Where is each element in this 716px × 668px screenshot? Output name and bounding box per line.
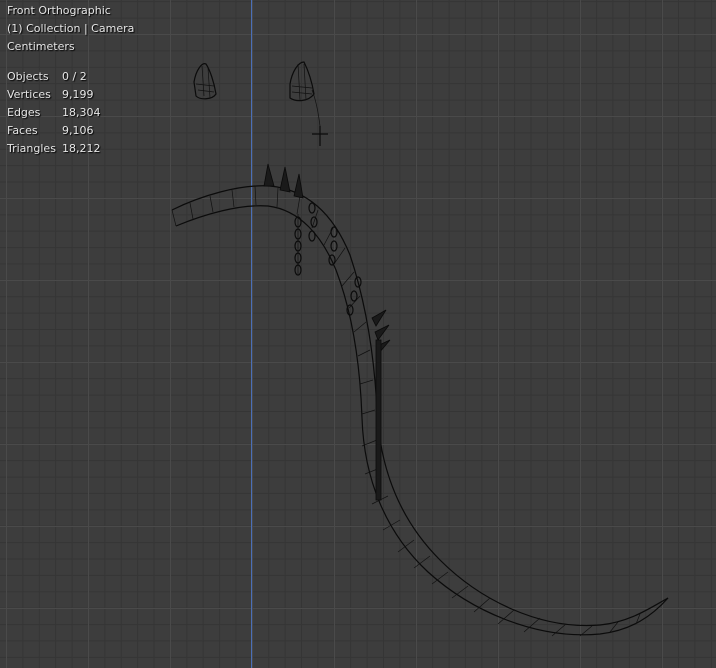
stat-value-vertices: 9,199 [62, 88, 94, 101]
stat-value-triangles: 18,212 [62, 142, 101, 155]
ear-piece-left[interactable] [193, 63, 217, 100]
tail-mesh[interactable] [171, 185, 669, 637]
ear-piece-right[interactable] [289, 61, 328, 146]
3d-viewport[interactable]: Front Orthographic (1) Collection | Came… [0, 0, 716, 668]
stat-value-objects: 0 / 2 [62, 70, 87, 83]
chain-side[interactable] [346, 276, 382, 501]
stat-label-triangles: Triangles [7, 142, 56, 155]
spike-group-top[interactable] [263, 163, 304, 199]
units-label: Centimeters [7, 40, 75, 53]
stat-label-faces: Faces [7, 124, 38, 137]
collection-camera-label: (1) Collection | Camera [7, 22, 135, 35]
stat-value-edges: 18,304 [62, 106, 101, 119]
stat-label-vertices: Vertices [7, 88, 51, 101]
chain-left[interactable] [294, 214, 302, 276]
stat-value-faces: 9,106 [62, 124, 94, 137]
scene-statistics: Objects 0 / 2 Vertices 9,199 Edges 18,30… [7, 68, 134, 158]
view-name: Front Orthographic [7, 4, 111, 17]
stat-label-edges: Edges [7, 106, 41, 119]
viewport-info-overlay: Front Orthographic (1) Collection | Came… [7, 2, 134, 158]
stat-label-objects: Objects [7, 70, 49, 83]
